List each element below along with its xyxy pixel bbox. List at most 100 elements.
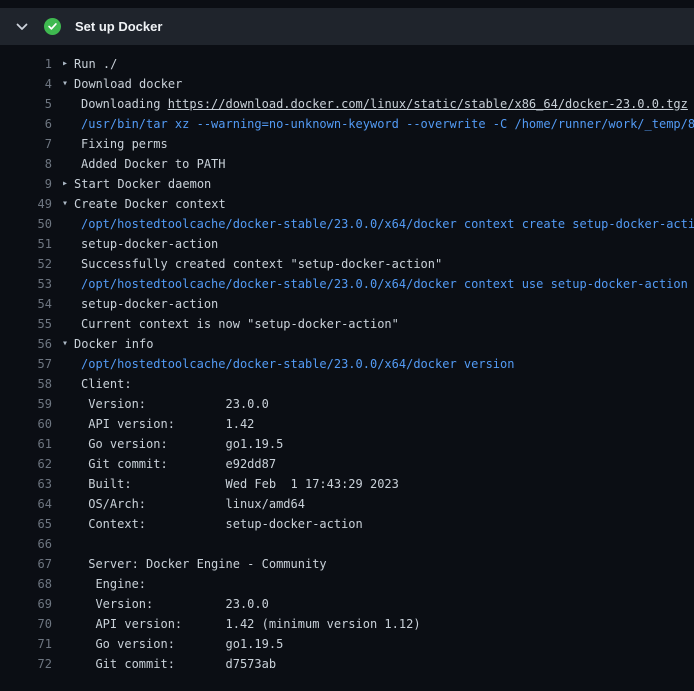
step-header[interactable]: Set up Docker [0,8,694,45]
log-segment: API version: 1.42 (minimum version 1.12) [81,617,421,631]
line-number[interactable]: 70 [0,614,52,634]
toggle-spacer [62,634,74,654]
line-number[interactable]: 53 [0,274,52,294]
log-segment: /usr/bin/tar xz --warning=no-unknown-key… [81,117,694,131]
line-number[interactable]: 63 [0,474,52,494]
line-number[interactable]: 69 [0,594,52,614]
line-number[interactable]: 8 [0,154,52,174]
log-text: Client: [74,374,132,394]
log-text: /opt/hostedtoolcache/docker-stable/23.0.… [74,274,688,294]
toggle-spacer [62,534,74,554]
line-number[interactable]: 56 [0,334,52,354]
log-text: Added Docker to PATH [74,154,226,174]
log-text: Successfully created context "setup-dock… [74,254,442,274]
log-line: 64 OS/Arch: linux/amd64 [0,494,694,514]
line-number[interactable]: 61 [0,434,52,454]
log-segment: Git commit: d7573ab [81,657,276,671]
log-line: 60 API version: 1.42 [0,414,694,434]
line-number[interactable]: 54 [0,294,52,314]
line-number[interactable]: 62 [0,454,52,474]
line-number[interactable]: 52 [0,254,52,274]
line-number[interactable]: 1 [0,54,52,74]
log-text: Current context is now "setup-docker-act… [74,314,399,334]
log-text: Git commit: e92dd87 [74,454,276,474]
log-line: 72 Git commit: d7573ab [0,654,694,674]
log-line: 9▸Start Docker daemon [0,174,694,194]
log-line: 54setup-docker-action [0,294,694,314]
line-number[interactable]: 4 [0,74,52,94]
collapse-toggle-icon[interactable]: ▾ [62,194,74,214]
toggle-spacer [62,514,74,534]
collapse-toggle-icon[interactable]: ▾ [62,334,74,354]
log-segment: Context: setup-docker-action [81,517,363,531]
line-number[interactable]: 72 [0,654,52,674]
expand-toggle-icon[interactable]: ▸ [62,174,74,194]
success-status-icon [44,18,61,35]
log-line: 62 Git commit: e92dd87 [0,454,694,474]
toggle-spacer [62,94,74,114]
log-line: 63 Built: Wed Feb 1 17:43:29 2023 [0,474,694,494]
line-number[interactable]: 6 [0,114,52,134]
log-line: 8 Added Docker to PATH [0,154,694,174]
log-segment: OS/Arch: linux/amd64 [81,497,305,511]
line-number[interactable]: 7 [0,134,52,154]
log-text: Downloading https://download.docker.com/… [74,94,688,114]
log-segment: Current context is now "setup-docker-act… [81,317,399,331]
log-link[interactable]: https://download.docker.com/linux/static… [168,97,688,111]
log-text [74,534,81,554]
toggle-spacer [62,394,74,414]
collapse-toggle-icon[interactable]: ▾ [62,74,74,94]
log-line: 4▾Download docker [0,74,694,94]
log-segment: Built: Wed Feb 1 17:43:29 2023 [81,477,399,491]
log-text: Fixing perms [74,134,168,154]
log-text: API version: 1.42 (minimum version 1.12) [74,614,421,634]
log-text: Context: setup-docker-action [74,514,363,534]
line-number[interactable]: 58 [0,374,52,394]
log-segment: Run ./ [74,57,117,71]
log-line: 67 Server: Docker Engine - Community [0,554,694,574]
line-number[interactable]: 57 [0,354,52,374]
line-number[interactable]: 67 [0,554,52,574]
log-line: 59 Version: 23.0.0 [0,394,694,414]
line-number[interactable]: 64 [0,494,52,514]
toggle-spacer [62,114,74,134]
log-line: 56▾Docker info [0,334,694,354]
log-segment: Go version: go1.19.5 [81,637,283,651]
line-number[interactable]: 68 [0,574,52,594]
log-text: Server: Docker Engine - Community [74,554,327,574]
line-number[interactable]: 51 [0,234,52,254]
line-number[interactable]: 55 [0,314,52,334]
toggle-spacer [62,474,74,494]
toggle-spacer [62,234,74,254]
chevron-down-icon[interactable] [14,19,30,35]
log-text: /opt/hostedtoolcache/docker-stable/23.0.… [74,354,514,374]
log-segment: Engine: [81,577,146,591]
line-number[interactable]: 49 [0,194,52,214]
line-number[interactable]: 71 [0,634,52,654]
line-number[interactable]: 9 [0,174,52,194]
line-number[interactable]: 60 [0,414,52,434]
log-text: /opt/hostedtoolcache/docker-stable/23.0.… [74,214,694,234]
log-text: Run ./ [74,54,117,74]
toggle-spacer [62,434,74,454]
log-text: OS/Arch: linux/amd64 [74,494,305,514]
log-text: /usr/bin/tar xz --warning=no-unknown-key… [74,114,694,134]
line-number[interactable]: 5 [0,94,52,114]
log-line: 57/opt/hostedtoolcache/docker-stable/23.… [0,354,694,374]
log-segment: Version: 23.0.0 [81,397,269,411]
line-number[interactable]: 66 [0,534,52,554]
log-line: 66 [0,534,694,554]
line-number[interactable]: 59 [0,394,52,414]
log-segment: setup-docker-action [81,237,218,251]
toggle-spacer [62,574,74,594]
log-segment: Git commit: e92dd87 [81,457,276,471]
line-number[interactable]: 65 [0,514,52,534]
toggle-spacer [62,614,74,634]
log-segment: /opt/hostedtoolcache/docker-stable/23.0.… [81,277,688,291]
line-number[interactable]: 50 [0,214,52,234]
toggle-spacer [62,154,74,174]
toggle-spacer [62,494,74,514]
expand-toggle-icon[interactable]: ▸ [62,54,74,74]
log-line: 70 API version: 1.42 (minimum version 1.… [0,614,694,634]
toggle-spacer [62,594,74,614]
